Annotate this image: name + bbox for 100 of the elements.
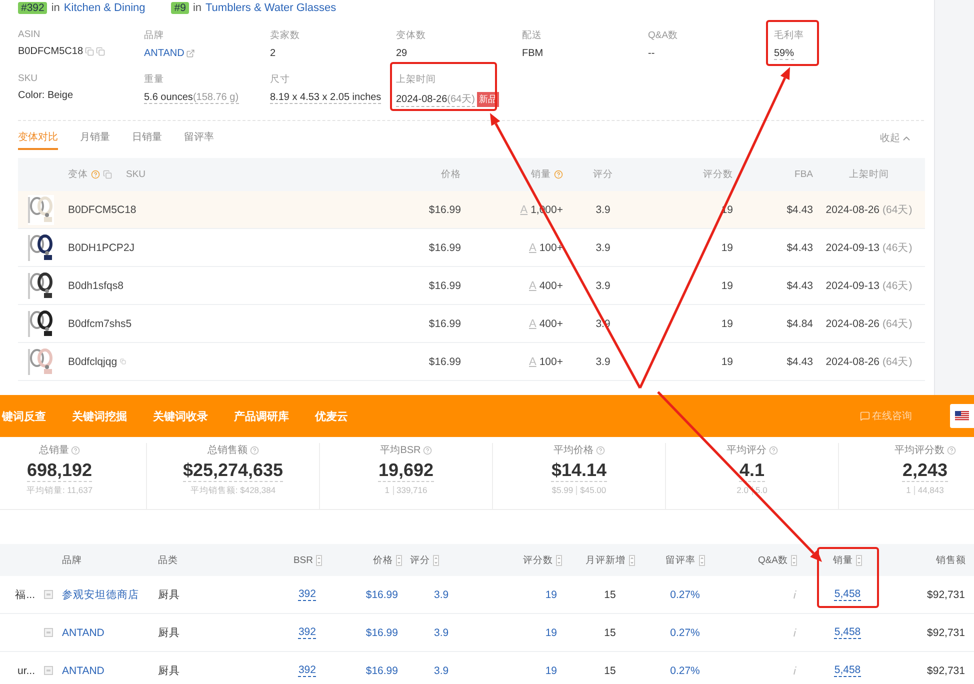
column-header: 评分	[410, 554, 430, 566]
category-link[interactable]: Tumblers & Water Glasses	[206, 2, 336, 14]
column-header: 价格	[441, 168, 461, 181]
stat-label: 平均BSR	[380, 444, 421, 457]
bsr-link[interactable]: 392	[298, 664, 316, 677]
rank-joiner: in	[192, 2, 202, 14]
product-title[interactable]: 福...	[15, 588, 35, 602]
brand-link[interactable]: ANTAND	[62, 626, 104, 638]
column-header: 价格	[373, 554, 393, 566]
stat-label: 平均评分	[726, 444, 766, 457]
column-header: 评分	[593, 168, 613, 181]
field-label: 变体数	[396, 29, 427, 42]
field-label: 上架时间	[396, 73, 437, 86]
field-value: 2	[270, 48, 277, 59]
stat-label: 总销量	[39, 444, 69, 457]
copy-icon[interactable]	[103, 170, 112, 179]
help-icon	[250, 446, 258, 454]
sort-icon[interactable]	[556, 554, 562, 566]
field-value: 59%	[774, 48, 796, 60]
stat-label: 总销售额	[208, 444, 248, 457]
field-label: 卖家数	[270, 29, 301, 42]
brand-link[interactable]: 参观安坦德商店	[62, 588, 139, 602]
column-header: 评分数	[703, 168, 733, 181]
rating-cell: 3.9	[434, 588, 449, 600]
copy-icon[interactable]	[85, 47, 94, 56]
product-title[interactable]: ur...	[17, 664, 35, 676]
help-icon	[768, 446, 778, 454]
asin-text: B0DH1PCP2J	[68, 242, 135, 254]
rating-count-cell: 19	[545, 588, 557, 600]
column-header: 销量	[833, 554, 853, 566]
brand-link[interactable]: ANTAND	[62, 664, 104, 676]
fba-cell-text: $4.43	[786, 356, 813, 368]
field-value[interactable]: ANTAND	[144, 48, 270, 59]
stat-value: 19,692	[378, 460, 434, 482]
bsr-link[interactable]: 392	[298, 626, 316, 639]
field-label: Q&A数	[648, 29, 680, 42]
fba-cell-text: $4.43	[786, 204, 813, 216]
sort-icon[interactable]	[316, 554, 322, 566]
asin-text: B0dfcm7shs5	[68, 318, 132, 330]
sales-link[interactable]: 5,458	[834, 664, 861, 677]
external-link-icon[interactable]	[186, 49, 196, 58]
copy-icon[interactable]	[120, 357, 126, 366]
flag-button[interactable]	[950, 404, 974, 428]
sort-icon[interactable]	[396, 554, 402, 566]
column-header: BSR	[293, 554, 313, 566]
rating-cell-text: 3.9	[594, 242, 612, 254]
column-header: 品类	[158, 554, 178, 566]
days-note: (46天)	[882, 240, 912, 254]
field-label: SKU	[18, 73, 39, 84]
sales-mark: A	[529, 318, 536, 330]
tab[interactable]: 日销量	[132, 126, 162, 150]
sales-mark: A	[529, 242, 536, 254]
chat-icon	[860, 411, 870, 421]
rating-count-cell-text: 19	[720, 280, 733, 292]
help-icon	[422, 446, 432, 454]
price-cell-text: $16.99	[428, 280, 461, 292]
image-icon[interactable]	[44, 666, 53, 675]
tab[interactable]: 月销量	[80, 126, 110, 150]
sales-mark: A	[529, 356, 536, 368]
column-header: 销售额	[936, 554, 966, 566]
help-icon	[946, 446, 956, 454]
sort-icon[interactable]	[698, 554, 704, 566]
days-note: (46天)	[882, 278, 912, 292]
sales-link[interactable]: 5,458	[834, 626, 861, 639]
asin-text: B0dh1sfqs8	[68, 280, 124, 292]
info-icon	[793, 666, 797, 675]
sort-icon[interactable]	[791, 554, 797, 566]
field-value: 5.6 ounces(158.76 g)	[144, 92, 240, 104]
bsr-link[interactable]: 392	[298, 588, 316, 601]
category-link[interactable]: Kitchen & Dining	[64, 2, 146, 14]
column-header: FBA	[794, 169, 813, 180]
field-label: 配送	[522, 29, 543, 42]
sort-icon[interactable]	[856, 554, 862, 566]
tab[interactable]: 留评率	[184, 126, 214, 150]
sales-cell: 400+	[539, 280, 563, 292]
column-header: 品牌	[62, 554, 82, 566]
price-cell-text: $16.99	[428, 242, 461, 254]
category-cell-text: 厨具	[158, 626, 181, 640]
sales-mark: A	[529, 280, 536, 292]
help-icon	[554, 170, 563, 179]
field-label: 品牌	[144, 29, 165, 42]
info-icon	[793, 590, 797, 599]
date-cell: 2024-09-13	[826, 242, 880, 254]
price-cell-text: $16.99	[428, 204, 461, 216]
copy-icon[interactable]	[96, 47, 106, 56]
price-cell: $16.99	[366, 626, 398, 638]
fba-cell-text: $4.43	[786, 280, 813, 292]
sales-link[interactable]: 5,458	[834, 588, 861, 601]
field-value: B0DFCM5C18	[18, 46, 144, 57]
stat-value: 698,192	[26, 460, 92, 482]
collapse-button[interactable]: 收起	[880, 131, 912, 145]
image-icon[interactable]	[44, 590, 53, 599]
image-icon[interactable]	[44, 628, 53, 637]
flag-icon	[955, 411, 969, 421]
sort-icon[interactable]	[628, 554, 634, 566]
stat-range: 339,716	[396, 485, 428, 495]
field-value: FBM	[522, 48, 544, 59]
sort-icon[interactable]	[433, 554, 439, 566]
rating-cell: 3.9	[434, 626, 449, 638]
stat-value: 4.1	[739, 460, 765, 482]
